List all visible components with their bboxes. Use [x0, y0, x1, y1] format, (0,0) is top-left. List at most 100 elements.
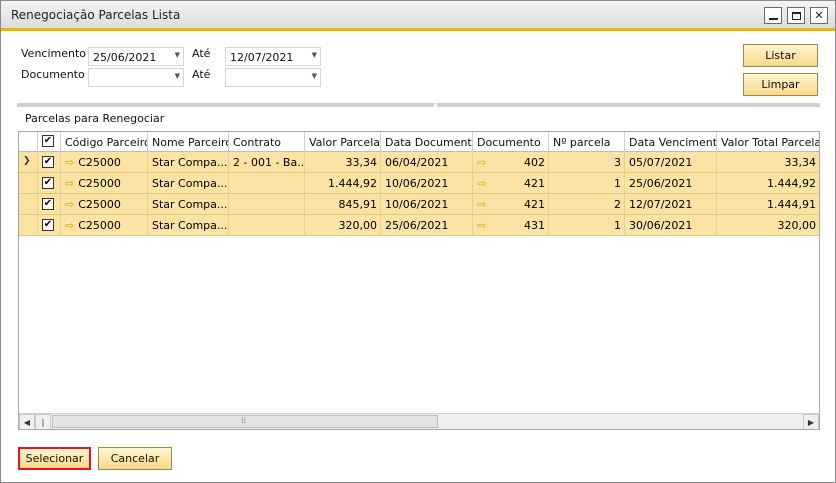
row-checkbox[interactable]: ✔ — [42, 177, 54, 189]
cell-data-vencimento[interactable]: 30/06/2021 — [625, 215, 717, 236]
cell-n-parcela[interactable]: 2 — [549, 194, 625, 215]
cell-valor-parcela[interactable]: 1.444,92 — [305, 173, 381, 194]
vencimento-to-field[interactable]: 12/07/2021 ▼ — [225, 47, 321, 66]
col-header-data-vencimento[interactable]: Data Vencimento — [625, 132, 717, 152]
col-header-documento[interactable]: Documento — [473, 132, 549, 152]
cell-data-vencimento[interactable]: 12/07/2021 — [625, 194, 717, 215]
cell-valor-parcela[interactable]: 320,00 — [305, 215, 381, 236]
table-row[interactable]: ❯ ✔ ⇨ C25000 Star Compa... 2 - 001 - Ba... 33,… — [19, 152, 819, 173]
col-header-n-parcela[interactable]: Nº parcela — [549, 132, 625, 152]
cell-value: 1 — [614, 219, 621, 232]
link-arrow-icon[interactable]: ⇨ — [477, 198, 486, 211]
col-header-valor-total-parcela[interactable]: Valor Total Parcela — [717, 132, 819, 152]
cell-data-vencimento[interactable]: 05/07/2021 — [625, 152, 717, 173]
section-title: Parcelas para Renegociar — [25, 112, 165, 125]
cell-documento[interactable]: ⇨ 421 — [473, 194, 549, 215]
cell-value: C25000 — [78, 198, 121, 211]
cell-contrato[interactable] — [229, 173, 305, 194]
horizontal-scrollbar[interactable]: ◀ | ⁞⁞ ▶ — [19, 413, 819, 429]
chevron-up-icon[interactable]: ▲ — [433, 101, 438, 108]
cell-n-parcela[interactable]: 1 — [549, 215, 625, 236]
scroll-left-button[interactable]: ◀ — [19, 414, 35, 429]
link-arrow-icon[interactable]: ⇨ — [65, 177, 74, 190]
vencimento-from-field[interactable]: 25/06/2021 ▼ — [88, 47, 184, 66]
cell-contrato[interactable]: 2 - 001 - Ba... — [229, 152, 305, 173]
row-checkbox[interactable]: ✔ — [42, 198, 54, 210]
scroll-right-button[interactable]: ▶ — [803, 414, 819, 429]
documento-from-field[interactable]: ▼ — [88, 68, 184, 87]
cell-codigo-parceiro[interactable]: ⇨ C25000 — [61, 173, 148, 194]
cell-value: 06/04/2021 — [385, 156, 449, 169]
cell-value: 10/06/2021 — [385, 177, 449, 190]
table-row[interactable]: ✔ ⇨ C25000 Star Compa... 1.444,92 10/06/2021 ⇨… — [19, 173, 819, 194]
chevron-down-icon[interactable]: ▼ — [175, 51, 180, 59]
cell-nome-parceiro[interactable]: Star Compa... — [148, 173, 229, 194]
maximize-icon — [791, 11, 801, 20]
link-arrow-icon[interactable]: ⇨ — [477, 219, 486, 232]
cell-n-parcela[interactable]: 3 — [549, 152, 625, 173]
table-row[interactable]: ✔ ⇨ C25000 Star Compa... 320,00 25/06/2021 ⇨ 43… — [19, 215, 819, 236]
cell-valor-total-parcela[interactable]: 1.444,92 — [717, 173, 819, 194]
cell-value: 421 — [524, 177, 545, 190]
cell-n-parcela[interactable]: 1 — [549, 173, 625, 194]
link-arrow-icon[interactable]: ⇨ — [477, 156, 486, 169]
cell-contrato[interactable] — [229, 215, 305, 236]
link-arrow-icon[interactable]: ⇨ — [65, 198, 74, 211]
cell-data-documento[interactable]: 06/04/2021 — [381, 152, 473, 173]
chevron-down-icon[interactable]: ▼ — [312, 51, 317, 59]
cell-documento[interactable]: ⇨ 421 — [473, 173, 549, 194]
cell-contrato[interactable] — [229, 194, 305, 215]
limpar-button[interactable]: Limpar — [743, 73, 818, 96]
selecionar-button[interactable]: Selecionar — [18, 447, 91, 470]
cell-valor-parcela[interactable]: 845,91 — [305, 194, 381, 215]
chevron-down-icon[interactable]: ▼ — [175, 72, 180, 80]
col-header-data-documento[interactable]: Data Documento — [381, 132, 473, 152]
row-select-cell: ✔ — [38, 215, 61, 236]
cell-value: 33,34 — [784, 156, 817, 169]
cell-valor-total-parcela[interactable]: 320,00 — [717, 215, 819, 236]
scrollbar-thumb[interactable]: ⁞⁞ — [52, 415, 438, 428]
cell-nome-parceiro[interactable]: Star Compa... — [148, 152, 229, 173]
link-arrow-icon[interactable]: ⇨ — [65, 219, 74, 232]
col-header-contrato[interactable]: Contrato — [229, 132, 305, 152]
cell-valor-parcela[interactable]: 33,34 — [305, 152, 381, 173]
cell-value: Star Compa... — [152, 177, 228, 190]
cell-value: 05/07/2021 — [629, 156, 693, 169]
scroll-start-button[interactable]: | — [35, 414, 51, 429]
cell-data-documento[interactable]: 10/06/2021 — [381, 194, 473, 215]
cancelar-button[interactable]: Cancelar — [98, 447, 172, 470]
documento-to-field[interactable]: ▼ — [225, 68, 321, 87]
col-header-codigo-parceiro[interactable]: Código Parceiro — [61, 132, 148, 152]
cell-value: 1 — [614, 177, 621, 190]
cell-codigo-parceiro[interactable]: ⇨ C25000 — [61, 215, 148, 236]
cell-codigo-parceiro[interactable]: ⇨ C25000 — [61, 194, 148, 215]
cell-data-documento[interactable]: 25/06/2021 — [381, 215, 473, 236]
cell-nome-parceiro[interactable]: Star Compa... — [148, 215, 229, 236]
cell-documento[interactable]: ⇨ 431 — [473, 215, 549, 236]
panel-splitter[interactable]: ▲ — [17, 101, 820, 108]
minimize-button[interactable] — [764, 7, 782, 24]
cell-value: Star Compa... — [152, 156, 228, 169]
cell-data-vencimento[interactable]: 25/06/2021 — [625, 173, 717, 194]
maximize-button[interactable] — [787, 7, 805, 24]
col-header-valor-parcela[interactable]: Valor Parcela — [305, 132, 381, 152]
cell-nome-parceiro[interactable]: Star Compa... — [148, 194, 229, 215]
link-arrow-icon[interactable]: ⇨ — [65, 156, 74, 169]
cell-codigo-parceiro[interactable]: ⇨ C25000 — [61, 152, 148, 173]
row-checkbox[interactable]: ✔ — [42, 219, 54, 231]
parcelas-grid: ✔ Código Parceiro Nome Parceiro Contrato… — [18, 131, 820, 430]
select-all-checkbox[interactable]: ✔ — [42, 135, 54, 147]
cell-valor-total-parcela[interactable]: 33,34 — [717, 152, 819, 173]
cell-valor-total-parcela[interactable]: 1.444,91 — [717, 194, 819, 215]
col-header-nome-parceiro[interactable]: Nome Parceiro — [148, 132, 229, 152]
chevron-down-icon[interactable]: ▼ — [312, 72, 317, 80]
chevron-left-icon: ◀ — [23, 417, 31, 427]
link-arrow-icon[interactable]: ⇨ — [477, 177, 486, 190]
close-button[interactable]: ✕ — [810, 7, 828, 24]
cell-data-documento[interactable]: 10/06/2021 — [381, 173, 473, 194]
cell-value: 320,00 — [777, 219, 817, 232]
listar-button[interactable]: Listar — [743, 44, 818, 67]
cell-documento[interactable]: ⇨ 402 — [473, 152, 549, 173]
row-checkbox[interactable]: ✔ — [42, 156, 54, 168]
table-row[interactable]: ✔ ⇨ C25000 Star Compa... 845,91 10/06/2021 ⇨ 42… — [19, 194, 819, 215]
